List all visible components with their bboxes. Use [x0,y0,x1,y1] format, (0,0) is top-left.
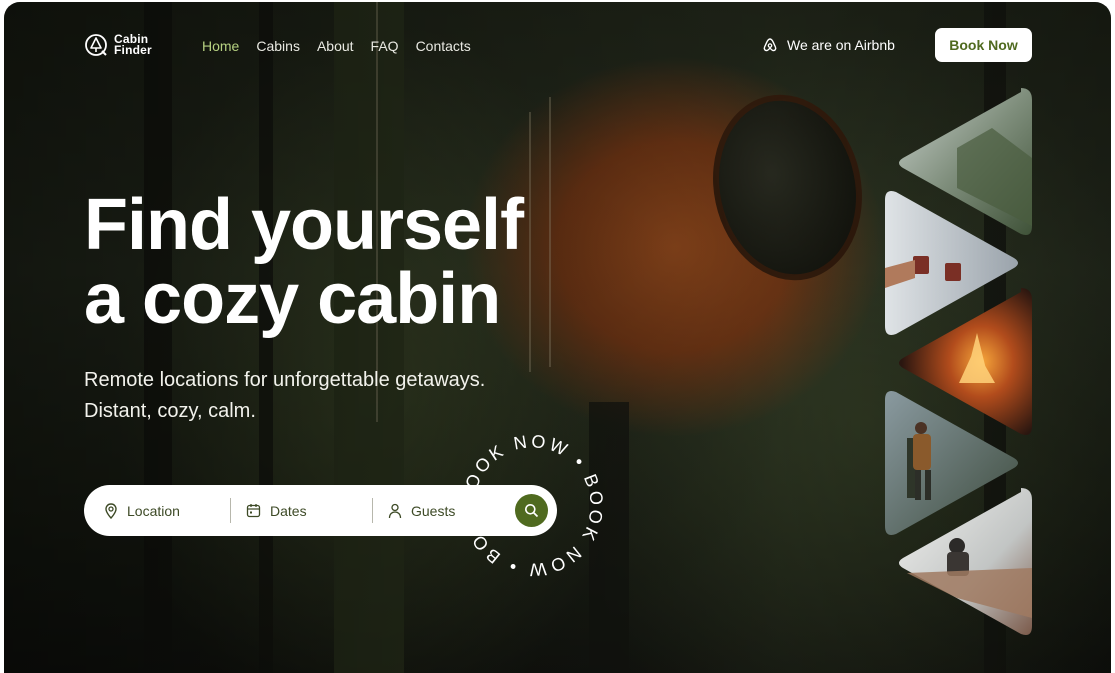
book-now-circular-badge[interactable]: BOOK NOW • BOOK NOW • BOOK NOW • [455,428,610,583]
logo-text: Cabin Finder [114,33,152,57]
dates-field[interactable]: Dates [246,485,307,536]
hero-subtitle-line-2: Distant, cozy, calm. [84,400,256,422]
hero-title-line-1: Find yourself [84,185,524,265]
map-pin-icon [105,502,117,519]
search-divider [372,498,373,523]
hero-title: Find yourself a cozy cabin [84,185,524,339]
search-divider [230,498,231,523]
nav-faq[interactable]: FAQ [371,38,399,54]
gallery-tile-snowy-cabin[interactable] [897,488,1032,638]
guests-field[interactable]: Guests [388,485,455,536]
nav-about[interactable]: About [317,38,354,54]
guests-placeholder: Guests [411,502,456,519]
logo[interactable]: Cabin Finder [84,33,152,57]
airbnb-link[interactable]: We are on Airbnb [762,37,895,53]
badge-text: BOOK NOW • BOOK NOW • BOOK NOW • [455,428,607,580]
calendar-icon [246,504,261,518]
main-nav: Home Cabins About FAQ Contacts [202,38,471,54]
location-placeholder: Location [127,502,180,519]
nav-contacts[interactable]: Contacts [416,38,471,54]
book-now-button[interactable]: Book Now [935,28,1032,62]
airbnb-icon [763,38,777,52]
logo-line-2: Finder [114,43,152,57]
user-icon [388,503,402,518]
dates-placeholder: Dates [270,502,307,519]
nav-home[interactable]: Home [202,38,239,54]
airbnb-text: We are on Airbnb [787,37,895,53]
hero-title-line-2: a cozy cabin [84,259,501,339]
hero-subtitle: Remote locations for unforgettable getaw… [84,365,485,427]
hero-subtitle-line-1: Remote locations for unforgettable getaw… [84,369,486,391]
nav-cabins[interactable]: Cabins [256,38,300,54]
location-field[interactable]: Location [104,485,180,536]
tree-logo-icon [85,34,107,56]
